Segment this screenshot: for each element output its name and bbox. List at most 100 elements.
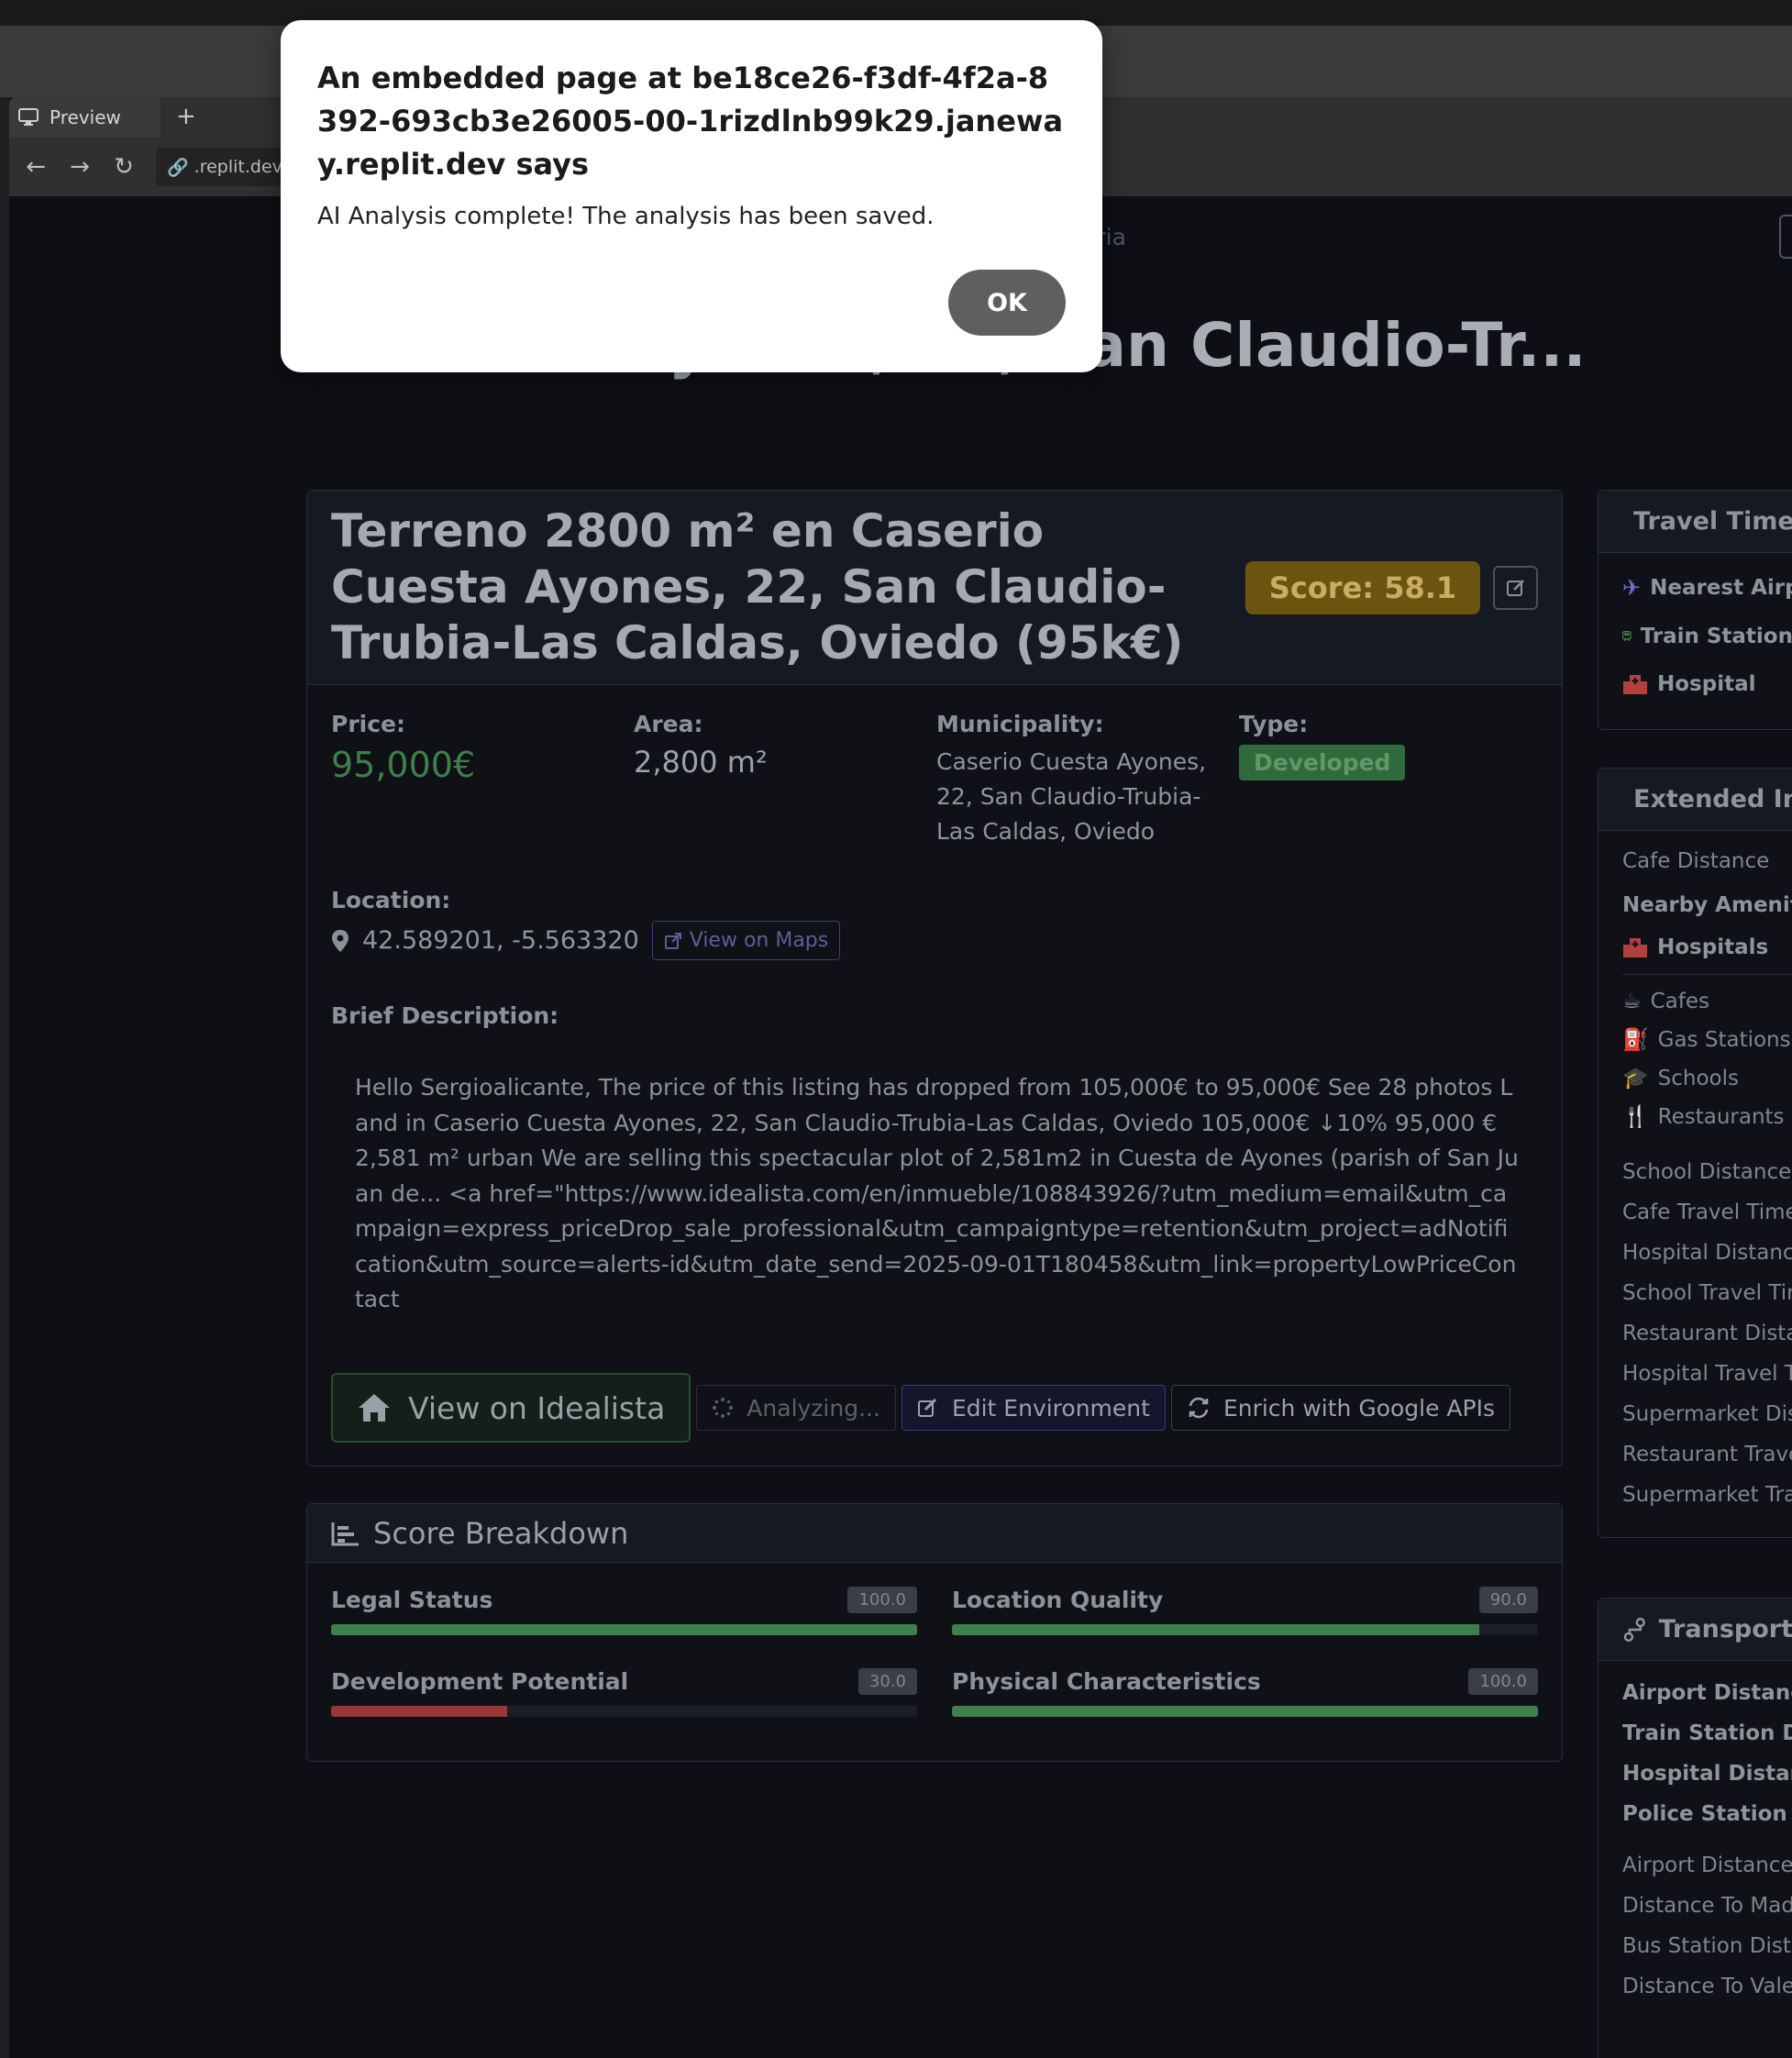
transport-item: Distance To Madrid bbox=[1622, 1894, 1792, 1918]
amenity-cafes-label: Cafes bbox=[1650, 990, 1710, 1013]
score-item: Legal Status 100.0 bbox=[331, 1587, 917, 1635]
score-item-bar bbox=[952, 1624, 1538, 1635]
transport-primary-item: Hospital Distance bbox=[1622, 1762, 1792, 1786]
tab-preview-label: Preview bbox=[50, 106, 121, 128]
travel-times-card: Travel Times ✈ Nearest Airpor Train Stat… bbox=[1598, 490, 1792, 730]
edit-icon bbox=[1506, 579, 1524, 596]
extended-field: School Travel Time bbox=[1622, 1281, 1792, 1305]
score-item-value: 100.0 bbox=[1468, 1668, 1538, 1695]
tab-preview[interactable]: Preview bbox=[9, 97, 160, 138]
edit-icon bbox=[917, 1398, 936, 1417]
view-on-idealista-label: View on Idealista bbox=[408, 1389, 666, 1426]
action-bar: View on Idealista Analyzing... Edit Envi… bbox=[331, 1373, 1511, 1443]
route-icon bbox=[1623, 1617, 1645, 1642]
amenity-schools[interactable]: 🎓 Schools bbox=[1622, 1066, 1792, 1091]
score-item-bar bbox=[331, 1706, 917, 1717]
extended-field: Supermarket Trave bbox=[1622, 1483, 1792, 1507]
amenity-gas-label: Gas Stations bbox=[1657, 1027, 1791, 1052]
travel-hospital: Hospital bbox=[1622, 672, 1792, 696]
monitor-icon bbox=[18, 108, 39, 126]
transport-card: Transport Airport Distance Train Station … bbox=[1598, 1598, 1792, 2058]
transport-item: Distance To Valenc bbox=[1622, 1975, 1792, 1998]
transport-item: Airport Distance bbox=[1622, 1853, 1792, 1877]
description-label: Brief Description: bbox=[331, 1002, 559, 1029]
view-on-maps-button[interactable]: View on Maps bbox=[651, 921, 841, 960]
amenity-cafes[interactable]: ☕ Cafes bbox=[1622, 990, 1792, 1013]
amenity-restaurants-label: Restaurants bbox=[1657, 1104, 1785, 1129]
travel-airport-label: Nearest Airpor bbox=[1650, 576, 1792, 600]
travel-times-header: Travel Times bbox=[1598, 491, 1792, 553]
gas-pump-icon: ⛽ bbox=[1622, 1028, 1649, 1052]
listing-card-header: Terreno 2800 m² en Caserio Cuesta Ayones… bbox=[307, 491, 1562, 685]
area-label: Area: bbox=[634, 711, 703, 737]
score-item-bar-fill bbox=[331, 1706, 507, 1717]
analyze-button[interactable]: Analyzing... bbox=[696, 1385, 896, 1431]
listing-info: Price: 95,000€ Area: 2,800 m² Municipali… bbox=[331, 711, 1542, 849]
extended-field: School Distance bbox=[1622, 1160, 1792, 1184]
transport-item: Bus Station Distan bbox=[1622, 1934, 1792, 1958]
coffee-icon: ☕ bbox=[1622, 990, 1642, 1013]
edit-environment-button[interactable]: Edit Environment bbox=[901, 1385, 1166, 1431]
amenity-gas[interactable]: ⛽ Gas Stations bbox=[1622, 1027, 1792, 1053]
hospital-icon bbox=[1623, 938, 1647, 957]
extended-info-title: Extended Inf bbox=[1633, 785, 1792, 813]
travel-airport: ✈ Nearest Airpor bbox=[1622, 575, 1792, 601]
hospitals-label: Hospitals bbox=[1657, 935, 1769, 959]
extended-field: Supermarket Dista bbox=[1622, 1402, 1792, 1426]
utensils-icon: 🍴 bbox=[1622, 1105, 1649, 1129]
extended-info-card: Extended Inf Cafe Distance Nearby Amenit… bbox=[1598, 768, 1792, 1538]
transport-title: Transport bbox=[1658, 1615, 1792, 1643]
hospitals-row[interactable]: Hospitals bbox=[1622, 935, 1792, 975]
municipality-label: Municipality: bbox=[936, 711, 1104, 737]
travel-train-label: Train Station bbox=[1640, 625, 1792, 648]
amenity-schools-label: Schools bbox=[1657, 1066, 1739, 1090]
enrich-google-button[interactable]: Enrich with Google APIs bbox=[1170, 1385, 1511, 1431]
spinner-icon bbox=[713, 1398, 734, 1418]
score-item-name: Physical Characteristics bbox=[952, 1668, 1261, 1695]
view-on-idealista-button[interactable]: View on Idealista bbox=[331, 1373, 691, 1443]
area-value: 2,800 m² bbox=[634, 745, 768, 780]
ok-button[interactable]: OK bbox=[948, 270, 1066, 336]
app-page: eria o Cuesta Ayones, 22, San Claudio-Tr… bbox=[9, 196, 1792, 2058]
top-right-button[interactable] bbox=[1779, 215, 1792, 259]
plane-icon: ✈ bbox=[1622, 575, 1642, 601]
nearby-amenities-label: Nearby Amenities bbox=[1622, 893, 1792, 917]
amenity-restaurants[interactable]: 🍴 Restaurants bbox=[1622, 1104, 1792, 1130]
reload-icon[interactable]: ↻ bbox=[112, 153, 136, 181]
edit-environment-label: Edit Environment bbox=[951, 1394, 1150, 1422]
map-pin-icon bbox=[332, 929, 348, 952]
score-breakdown-card: Score Breakdown Legal Status 100.0 Locatio… bbox=[306, 1503, 1563, 1762]
forward-icon[interactable]: → bbox=[68, 153, 92, 181]
external-link-icon bbox=[664, 932, 681, 949]
score-item-value: 90.0 bbox=[1478, 1587, 1538, 1613]
sync-icon bbox=[1189, 1397, 1209, 1419]
price-label: Price: bbox=[331, 711, 405, 737]
score-breakdown-title: Score Breakdown bbox=[373, 1515, 629, 1551]
municipality-value: Caserio Cuesta Ayones, 22, San Claudio-T… bbox=[936, 748, 1207, 845]
score-item-bar-fill bbox=[952, 1624, 1480, 1635]
transport-primary-item: Airport Distance bbox=[1622, 1681, 1792, 1705]
graduation-cap-icon: 🎓 bbox=[1622, 1067, 1649, 1090]
score-item-name: Legal Status bbox=[331, 1587, 493, 1613]
score-grid: Legal Status 100.0 Location Quality 90.0 Dev… bbox=[331, 1587, 1542, 1717]
back-icon[interactable]: ← bbox=[24, 153, 48, 181]
extended-field: Hospital Travel Tin bbox=[1622, 1362, 1792, 1386]
price-field: Price: 95,000€ bbox=[331, 711, 634, 849]
alert-dialog: An embedded page at be18ce26-f3df-4f2a-8… bbox=[281, 20, 1102, 372]
area-field: Area: 2,800 m² bbox=[634, 711, 936, 849]
listing-card: Terreno 2800 m² en Caserio Cuesta Ayones… bbox=[306, 490, 1563, 1466]
description-text: Hello Sergioalicante, The price of this … bbox=[355, 1074, 1519, 1312]
score-item-value: 30.0 bbox=[857, 1668, 917, 1695]
travel-times-title: Travel Times bbox=[1633, 507, 1792, 536]
analyze-label: Analyzing... bbox=[747, 1394, 880, 1422]
type-badge: Developed bbox=[1239, 745, 1406, 780]
score-item-value: 100.0 bbox=[847, 1587, 917, 1613]
train-icon bbox=[1622, 631, 1632, 642]
transport-list: Airport Distance Distance To Madrid Bus St… bbox=[1622, 1853, 1792, 1998]
extended-info-header: Extended Inf bbox=[1598, 769, 1792, 831]
new-tab-button[interactable]: + bbox=[176, 103, 196, 130]
enrich-google-label: Enrich with Google APIs bbox=[1222, 1394, 1496, 1422]
extended-fields: School Distance Cafe Travel Time Hospital … bbox=[1622, 1160, 1792, 1507]
edit-title-button[interactable] bbox=[1493, 565, 1538, 610]
dialog-title: An embedded page at be18ce26-f3df-4f2a-8… bbox=[317, 61, 1064, 182]
